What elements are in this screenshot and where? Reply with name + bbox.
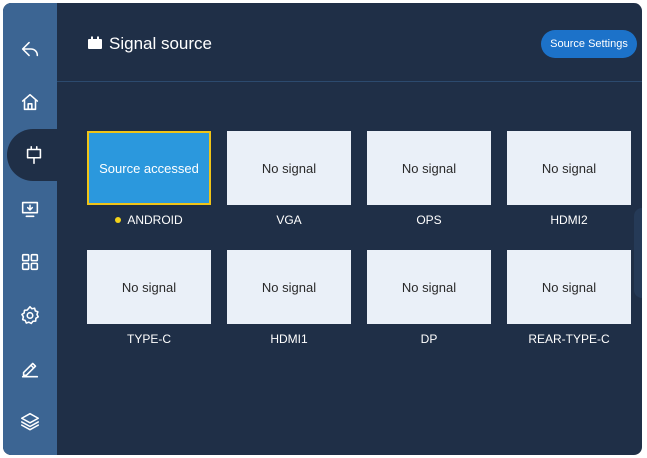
app-window: Signal source Source Settings Source acc… xyxy=(3,3,642,455)
source-card-dp[interactable]: No signal xyxy=(367,250,491,324)
source-card-vga[interactable]: No signal xyxy=(227,131,351,205)
pen-icon xyxy=(21,362,39,378)
source-card-type-c[interactable]: No signal xyxy=(87,250,211,324)
source-label-type-c: TYPE-C xyxy=(126,332,171,346)
gear-icon xyxy=(21,305,40,325)
page-title: Signal source xyxy=(109,34,213,53)
source-status: No signal xyxy=(121,279,177,295)
source-status: Source accessed xyxy=(99,160,199,176)
source-label-dp: DP xyxy=(420,332,438,346)
source-card-hdmi1[interactable]: No signal xyxy=(227,250,351,324)
signal-source-icon xyxy=(26,145,42,165)
source-label-hdmi1: HDMI1 xyxy=(270,332,308,346)
home-icon xyxy=(21,93,39,111)
source-label-vga: VGA xyxy=(276,213,302,227)
header: Signal source Source Settings xyxy=(57,3,642,82)
source-status: No signal xyxy=(261,279,317,295)
source-status: No signal xyxy=(401,279,457,295)
back-icon xyxy=(21,41,39,57)
active-indicator-dot xyxy=(115,217,122,223)
nav-screen-cast[interactable] xyxy=(3,183,57,235)
nav-pen[interactable] xyxy=(3,342,57,394)
source-label-rear-type-c: REAR-TYPE-C xyxy=(528,332,610,346)
source-card-rear-type-c[interactable]: No signal xyxy=(507,250,631,324)
source-card-hdmi2[interactable]: No signal xyxy=(507,131,631,205)
nav-settings[interactable] xyxy=(3,289,57,341)
apps-grid-icon xyxy=(21,253,39,271)
nav-apps[interactable] xyxy=(3,236,57,288)
source-card-android[interactable]: Source accessed xyxy=(87,131,211,205)
nav-layers[interactable] xyxy=(3,395,57,447)
source-status: No signal xyxy=(541,279,597,295)
source-card-ops[interactable]: No signal xyxy=(367,131,491,205)
layers-icon xyxy=(20,412,40,431)
nav-back[interactable] xyxy=(3,23,57,75)
side-panel-handle[interactable] xyxy=(634,208,642,298)
source-label-text: ANDROID xyxy=(127,213,183,227)
source-label-ops: OPS xyxy=(416,213,442,227)
source-status: No signal xyxy=(541,160,597,176)
source-status: No signal xyxy=(261,160,317,176)
sidebar xyxy=(3,3,61,455)
source-label-hdmi2: HDMI2 xyxy=(550,213,588,227)
source-status: No signal xyxy=(401,160,457,176)
signal-source-icon xyxy=(88,36,102,49)
nav-home[interactable] xyxy=(3,76,57,128)
source-settings-button[interactable]: Source Settings xyxy=(541,30,637,58)
source-label-android: ANDROID xyxy=(69,212,229,228)
nav-signal-source[interactable] xyxy=(7,129,61,181)
screen-cast-icon xyxy=(21,201,39,218)
